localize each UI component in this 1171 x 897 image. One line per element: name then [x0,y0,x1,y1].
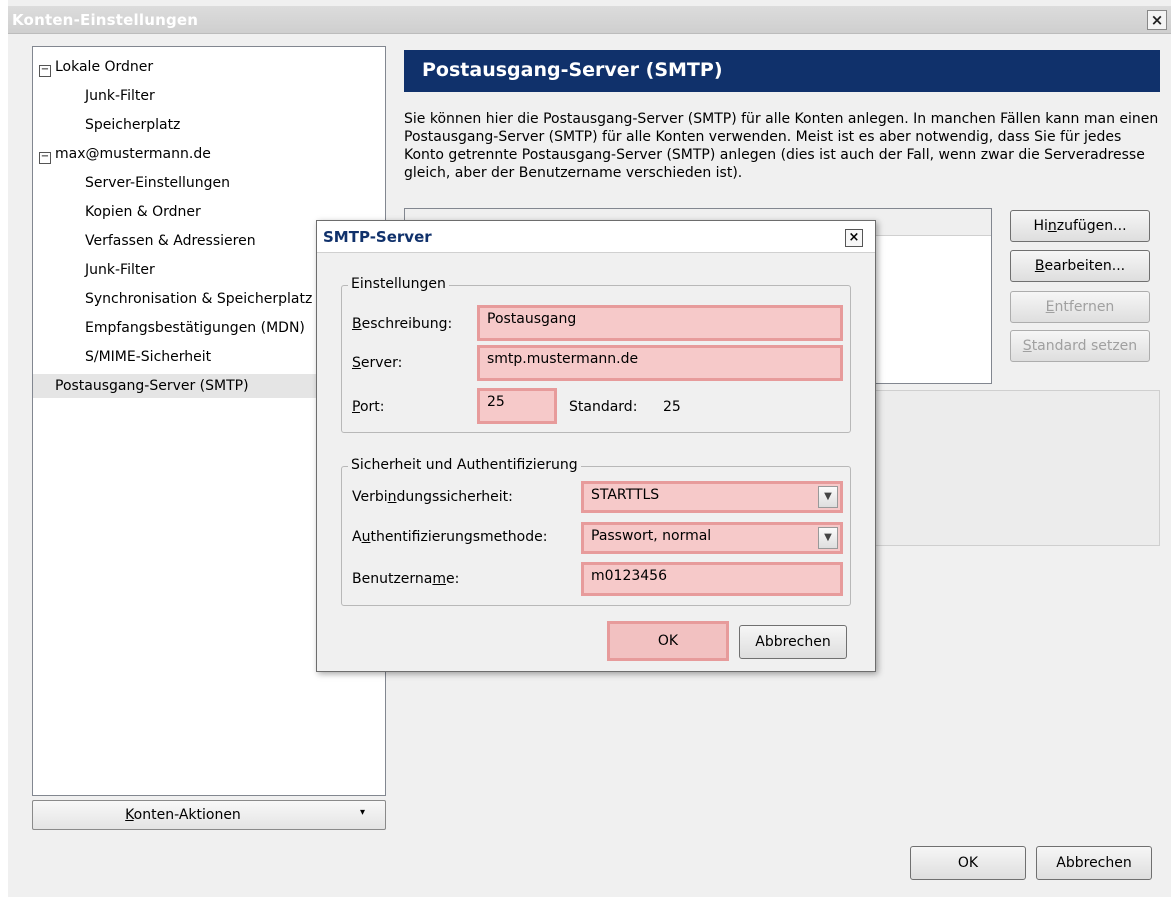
dropdown-arrow-icon[interactable]: ▼ [818,527,838,549]
tree-item-label: max@mustermann.de [55,146,211,162]
label-post: ntfernen [1054,299,1115,315]
collapse-icon[interactable]: − [39,65,51,77]
connection-security-label: Verbindungssicherheit: [352,489,513,505]
label-pre: Hi [1033,218,1048,234]
dialog-cancel-button[interactable]: Abbrechen [739,625,847,659]
select-value: STARTTLS [591,487,660,503]
label-post: e: [446,571,460,587]
dropdown-arrow-icon[interactable]: ▼ [818,486,838,508]
panel-description: Sie können hier die Postausgang-Server (… [404,111,1159,181]
window-title: Konten-Einstellungen [12,11,199,29]
dialog-close-button[interactable]: × [845,229,863,247]
account-actions-label: Konten-Aktionen [33,807,333,823]
set-default-button[interactable]: Standard setzen [1010,330,1150,362]
tree-item-junk-filter-local[interactable]: Junk-Filter [33,84,431,108]
mnemonic: n [1047,218,1057,234]
add-server-button[interactable]: Hinzufügen... [1010,210,1150,242]
connection-security-select[interactable]: STARTTLS ▼ [581,481,843,513]
port-label: Port: [352,399,384,415]
label-post: zufügen... [1056,218,1127,234]
tree-item-label: Speicherplatz [85,117,181,133]
server-field[interactable]: smtp.mustermann.de [477,345,843,381]
account-actions-button[interactable]: Konten-Aktionen ▾ [32,800,386,830]
panel-title: Postausgang-Server (SMTP) [404,50,1160,92]
tree-item-label: Synchronisation & Speicherplatz [85,291,313,307]
title-bar: Konten-Einstellungen × [8,6,1171,34]
dialog-title-bar: SMTP-Server × [317,221,875,253]
username-label: Benutzername: [352,571,459,587]
tree-item-label: Lokale Ordner [55,59,154,75]
tree-item-label: Verfassen & Adressieren [85,233,256,249]
label-rest: onten-Aktionen [133,807,241,823]
cancel-button[interactable]: Abbrechen [1036,846,1152,880]
account-settings-window: Konten-Einstellungen × − Lokale Ordner Ju… [8,0,1171,897]
port-default-label: Standard: [569,399,638,415]
mnemonic: m [432,571,447,587]
mnemonic: S [352,355,361,371]
dropdown-arrow-icon: ▾ [359,807,365,818]
server-label: Server: [352,355,402,371]
label-post: earbeiten... [1044,258,1126,274]
mnemonic: E [1045,299,1055,315]
dialog-title: SMTP-Server [323,228,432,246]
label-rest: eschreibung: [361,316,453,332]
tree-item-account[interactable]: − max@mustermann.de [33,142,385,166]
label-rest: erver: [360,355,403,371]
auth-method-label: Authentifizierungsmethode: [352,529,547,545]
window-close-button[interactable]: × [1147,10,1167,30]
tree-item-local-folders[interactable]: − Lokale Ordner [33,55,385,79]
auth-method-select[interactable]: Passwort, normal ▼ [581,522,843,554]
mnemonic: P [352,399,360,415]
label-pre: Benutzerna [352,571,433,587]
tree-item-label: S/MIME-Sicherheit [85,349,212,365]
label-post: tandard setzen [1031,338,1138,354]
mnemonic: K [125,807,134,823]
ok-button[interactable]: OK [910,846,1026,880]
description-label: Beschreibung: [352,316,452,332]
label-post: dungssicherheit: [396,489,513,505]
description-field[interactable]: Postausgang [477,305,843,341]
label-pre: A [352,529,362,545]
label-post: thentifizierungsmethode: [370,529,548,545]
security-legend: Sicherheit und Authentifizierung [348,457,581,473]
tree-item-storage[interactable]: Speicherplatz [33,113,431,137]
port-field[interactable]: 25 [477,388,557,424]
port-default-value: 25 [663,399,681,415]
settings-legend: Einstellungen [348,276,449,292]
select-value: Passwort, normal [591,528,712,544]
collapse-icon[interactable]: − [39,152,51,164]
tree-item-label: Server-Einstellungen [85,175,230,191]
tree-item-server-settings[interactable]: Server-Einstellungen [33,171,431,195]
tree-item-label: Kopien & Ordner [85,204,201,220]
smtp-server-dialog: SMTP-Server × Einstellungen Beschreibung… [316,220,876,672]
mnemonic: B [352,316,362,332]
tree-item-label: Postausgang-Server (SMTP) [55,378,249,394]
edit-server-button[interactable]: Bearbeiten... [1010,250,1150,282]
username-field[interactable]: m0123456 [581,562,843,596]
label-pre: Verbi [352,489,388,505]
tree-item-label: Empfangsbestätigungen (MDN) [85,320,305,336]
tree-item-label: Junk-Filter [85,262,155,278]
remove-server-button[interactable]: Entfernen [1010,291,1150,323]
mnemonic: n [387,489,397,505]
dialog-ok-button[interactable]: OK [607,621,729,661]
mnemonic: S [1022,338,1032,354]
label-rest: ort: [359,399,385,415]
tree-item-label: Junk-Filter [85,88,155,104]
